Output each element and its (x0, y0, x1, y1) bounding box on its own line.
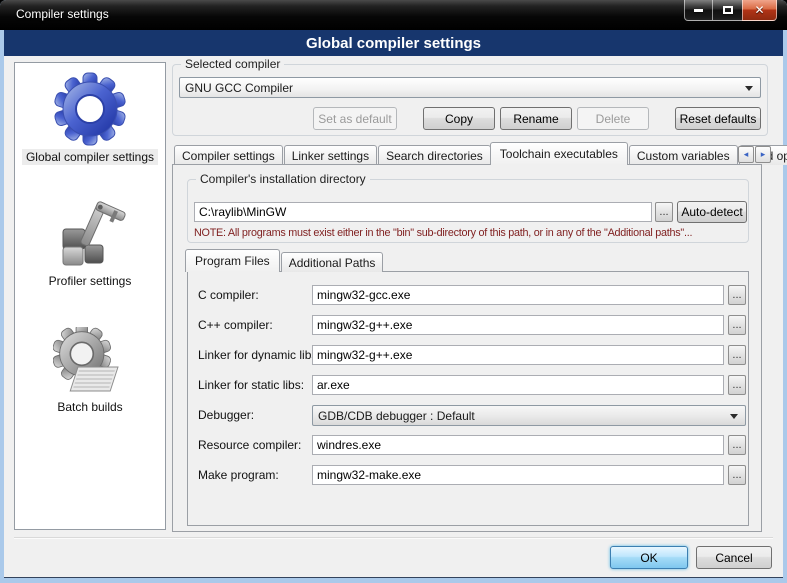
page-title: Global compiler settings (306, 35, 481, 52)
c-compiler-browse-button[interactable]: ... (728, 285, 746, 305)
dialog-header: Global compiler settings (4, 30, 783, 56)
tab-scroll-left-button[interactable]: ◂ (738, 146, 754, 163)
linker-dynamic-label: Linker for dynamic libs: (198, 348, 321, 362)
titlebar[interactable]: Compiler settings ✕ (0, 0, 787, 30)
maximize-button[interactable] (713, 0, 742, 21)
cpp-compiler-label: C++ compiler: (198, 318, 273, 332)
linker-dynamic-input[interactable] (312, 345, 724, 365)
cpp-compiler-input[interactable] (312, 315, 724, 335)
set-as-default-button[interactable]: Set as default (313, 107, 397, 130)
settings-sidebar: Global compiler settings (14, 62, 166, 530)
rename-button[interactable]: Rename (500, 107, 572, 130)
make-program-label: Make program: (198, 468, 279, 482)
browse-directory-button[interactable]: ... (655, 202, 673, 222)
chevron-down-icon (745, 86, 753, 91)
compiler-select-value: GNU GCC Compiler (185, 81, 293, 95)
compiler-select[interactable]: GNU GCC Compiler (179, 77, 761, 98)
maximize-icon (723, 6, 733, 14)
c-compiler-label: C compiler: (198, 288, 259, 302)
footer-divider (14, 537, 773, 538)
compiler-settings-dialog: Compiler settings ✕ Global compiler sett… (0, 0, 787, 583)
linker-static-browse-button[interactable]: ... (728, 375, 746, 395)
sidebar-item-batch-builds[interactable]: Batch builds (53, 327, 127, 415)
auto-detect-button[interactable]: Auto-detect (677, 201, 747, 223)
sidebar-item-label: Batch builds (53, 399, 126, 415)
debugger-select-value: GDB/CDB debugger : Default (318, 409, 475, 423)
close-button[interactable]: ✕ (742, 0, 777, 21)
debugger-select[interactable]: GDB/CDB debugger : Default (312, 405, 746, 426)
dialog-content: Global compiler settings (4, 56, 783, 577)
minimize-button[interactable] (684, 0, 713, 21)
installation-directory-group: Compiler's installation directory ... Au… (187, 179, 749, 243)
sidebar-item-global-compiler-settings[interactable]: Global compiler settings (22, 69, 158, 165)
group-label: Selected compiler (181, 57, 284, 71)
chevron-down-icon (730, 414, 738, 419)
cpp-compiler-browse-button[interactable]: ... (728, 315, 746, 335)
linker-static-input[interactable] (312, 375, 724, 395)
close-icon: ✕ (754, 4, 764, 16)
tab-compiler-settings[interactable]: Compiler settings (174, 145, 283, 165)
resource-compiler-label: Resource compiler: (198, 438, 301, 452)
program-subtabs: Program Files Additional Paths (187, 251, 384, 272)
arrow-left-icon: ◂ (744, 149, 749, 160)
settings-tabs: Compiler settings Linker settings Search… (174, 142, 787, 165)
linker-dynamic-browse-button[interactable]: ... (728, 345, 746, 365)
blue-gear-icon (50, 69, 130, 149)
make-program-input[interactable] (312, 465, 724, 485)
tab-custom-variables[interactable]: Custom variables (629, 145, 738, 165)
subtab-additional-paths[interactable]: Additional Paths (281, 252, 384, 272)
resource-compiler-input[interactable] (312, 435, 724, 455)
delete-button[interactable]: Delete (577, 107, 649, 130)
copy-button[interactable]: Copy (423, 107, 495, 130)
selected-compiler-group: Selected compiler GNU GCC Compiler Set a… (172, 64, 768, 136)
subtab-program-files[interactable]: Program Files (185, 249, 280, 272)
window-title: Compiler settings (16, 7, 109, 21)
toolchain-executables-panel: Compiler's installation directory ... Au… (172, 164, 762, 532)
ok-button[interactable]: OK (610, 546, 688, 569)
make-program-browse-button[interactable]: ... (728, 465, 746, 485)
installation-directory-input[interactable] (194, 202, 652, 222)
resource-compiler-browse-button[interactable]: ... (728, 435, 746, 455)
debugger-label: Debugger: (198, 408, 254, 422)
reset-defaults-button[interactable]: Reset defaults (675, 107, 761, 130)
caliper-icon (51, 195, 129, 273)
tab-scroll-buttons: ◂ ▸ (737, 146, 771, 163)
c-compiler-input[interactable] (312, 285, 724, 305)
tab-scroll-right-button[interactable]: ▸ (755, 146, 771, 163)
sidebar-item-label: Profiler settings (45, 273, 136, 289)
arrow-right-icon: ▸ (761, 149, 766, 160)
linker-static-label: Linker for static libs: (198, 378, 304, 392)
gray-gear-stack-icon (53, 327, 127, 399)
sidebar-item-profiler-settings[interactable]: Profiler settings (45, 195, 136, 289)
minimize-icon (694, 9, 703, 12)
group-label: Compiler's installation directory (196, 172, 370, 186)
caption-buttons: ✕ (684, 0, 777, 21)
tab-linker-settings[interactable]: Linker settings (284, 145, 377, 165)
tab-toolchain-executables[interactable]: Toolchain executables (490, 142, 628, 165)
cancel-button[interactable]: Cancel (696, 546, 772, 569)
sidebar-item-label: Global compiler settings (22, 149, 158, 165)
program-files-panel: C compiler: ... C++ compiler: ... Linker… (187, 271, 749, 526)
tab-search-directories[interactable]: Search directories (378, 145, 491, 165)
installation-note: NOTE: All programs must exist either in … (194, 227, 692, 239)
